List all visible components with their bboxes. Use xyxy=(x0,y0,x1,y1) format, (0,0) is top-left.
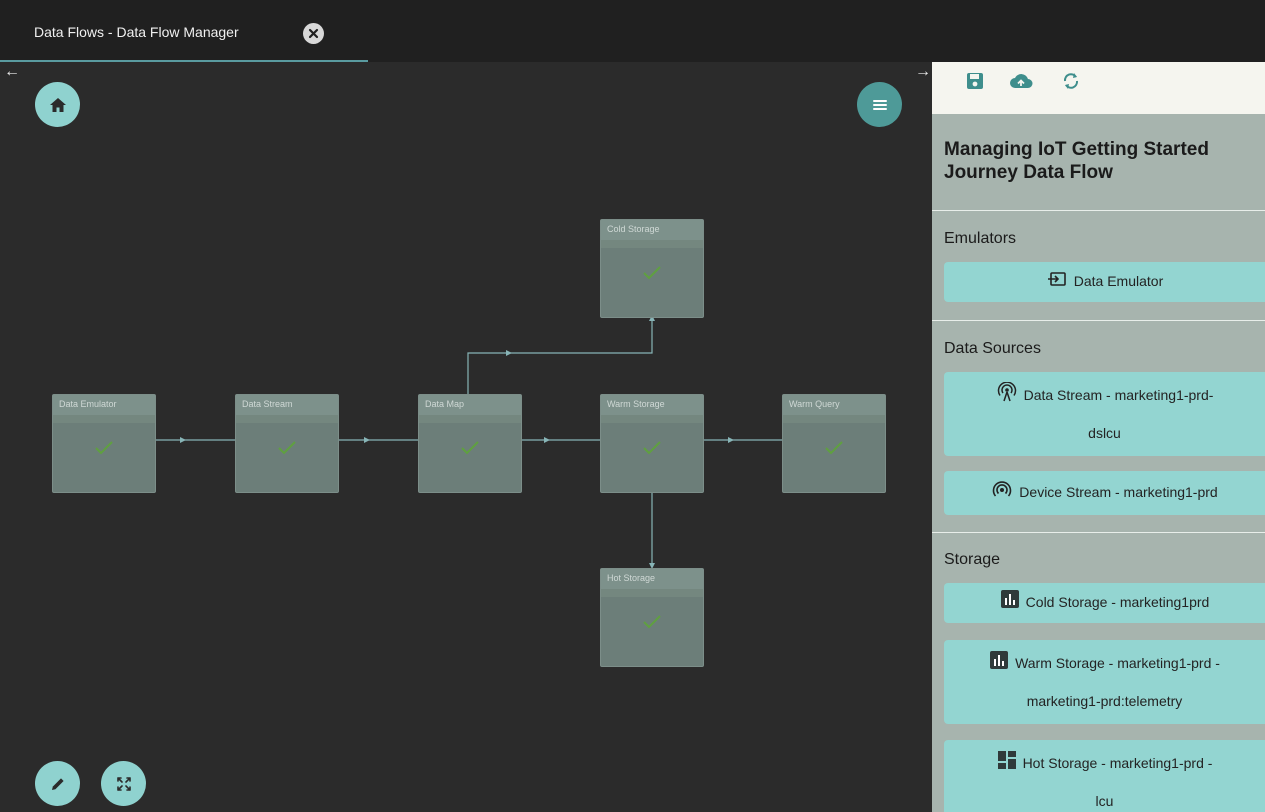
check-icon xyxy=(601,264,703,287)
save-icon[interactable] xyxy=(964,70,986,92)
check-icon xyxy=(53,439,155,462)
cloud-upload-icon[interactable] xyxy=(1008,70,1033,92)
refresh-icon[interactable] xyxy=(1060,70,1082,92)
node-title: Cold Storage xyxy=(601,220,703,240)
flow-node-warm-query[interactable]: Warm Query xyxy=(782,394,886,493)
panel-item-warm-storage[interactable]: Warm Storage - marketing1-prd - marketin… xyxy=(944,640,1265,724)
flow-node-data-map[interactable]: Data Map xyxy=(418,394,522,493)
node-title: Data Map xyxy=(419,395,521,415)
item-label: Device Stream - marketing1-prd xyxy=(1019,484,1218,501)
item-label-continued: lcu xyxy=(1095,792,1114,809)
panel-item-cold-storage[interactable]: Cold Storage - marketing1prd xyxy=(944,583,1265,623)
check-icon xyxy=(236,439,338,462)
flow-canvas[interactable]: ← → Data Emulator Data Stream Data Map W… xyxy=(0,62,932,812)
item-label: Data Emulator xyxy=(1073,273,1164,290)
panel-toolbar xyxy=(932,62,1265,114)
bar-chart-icon xyxy=(1000,586,1020,622)
bar-chart-icon xyxy=(989,647,1009,683)
check-icon xyxy=(601,439,703,462)
node-title: Warm Query xyxy=(783,395,885,415)
tab-bar: Data Flows - Data Flow Manager xyxy=(0,0,1265,62)
panel-item-device-stream[interactable]: Device Stream - marketing1-prd xyxy=(944,471,1265,515)
divider xyxy=(932,210,1265,211)
item-label-continued: marketing1-prd:telemetry xyxy=(1026,692,1183,709)
section-storage: Storage xyxy=(944,551,1001,568)
flow-node-warm-storage[interactable]: Warm Storage xyxy=(600,394,704,493)
item-label: Cold Storage - marketing1prd xyxy=(1025,594,1210,611)
input-icon xyxy=(1046,265,1068,301)
close-icon[interactable] xyxy=(303,23,324,44)
section-data-sources: Data Sources xyxy=(944,340,1041,357)
node-title: Data Emulator xyxy=(53,395,155,415)
panel-item-data-emulator[interactable]: Data Emulator xyxy=(944,262,1265,302)
divider xyxy=(932,532,1265,533)
flow-node-hot-storage[interactable]: Hot Storage xyxy=(600,568,704,667)
node-title: Warm Storage xyxy=(601,395,703,415)
panel-title: Managing IoT Getting Started Journey Dat… xyxy=(944,139,1209,183)
flow-details-panel: Managing IoT Getting Started Journey Dat… xyxy=(932,62,1265,812)
antenna-icon xyxy=(996,379,1018,415)
node-title: Hot Storage xyxy=(601,569,703,589)
check-icon xyxy=(783,439,885,462)
node-title: Data Stream xyxy=(236,395,338,415)
divider xyxy=(932,320,1265,321)
tab-data-flows[interactable]: Data Flows - Data Flow Manager xyxy=(0,12,368,62)
check-icon xyxy=(601,613,703,636)
flow-node-data-stream[interactable]: Data Stream xyxy=(235,394,339,493)
flow-node-data-emulator[interactable]: Data Emulator xyxy=(52,394,156,493)
signal-icon xyxy=(991,476,1013,512)
section-emulators: Emulators xyxy=(944,230,1017,247)
dashboard-icon xyxy=(997,747,1017,783)
item-label-continued: dslcu xyxy=(1088,424,1121,441)
panel-item-hot-storage[interactable]: Hot Storage - marketing1-prd - lcu xyxy=(944,740,1265,812)
check-icon xyxy=(419,439,521,462)
item-label: Warm Storage - marketing1-prd - xyxy=(1015,655,1220,672)
item-label: Data Stream - marketing1-prd- xyxy=(1023,387,1214,404)
flow-node-cold-storage[interactable]: Cold Storage xyxy=(600,219,704,318)
item-label: Hot Storage - marketing1-prd - xyxy=(1022,755,1213,772)
tab-title: Data Flows - Data Flow Manager xyxy=(34,24,239,40)
panel-item-data-stream[interactable]: Data Stream - marketing1-prd- dslcu xyxy=(944,372,1265,456)
